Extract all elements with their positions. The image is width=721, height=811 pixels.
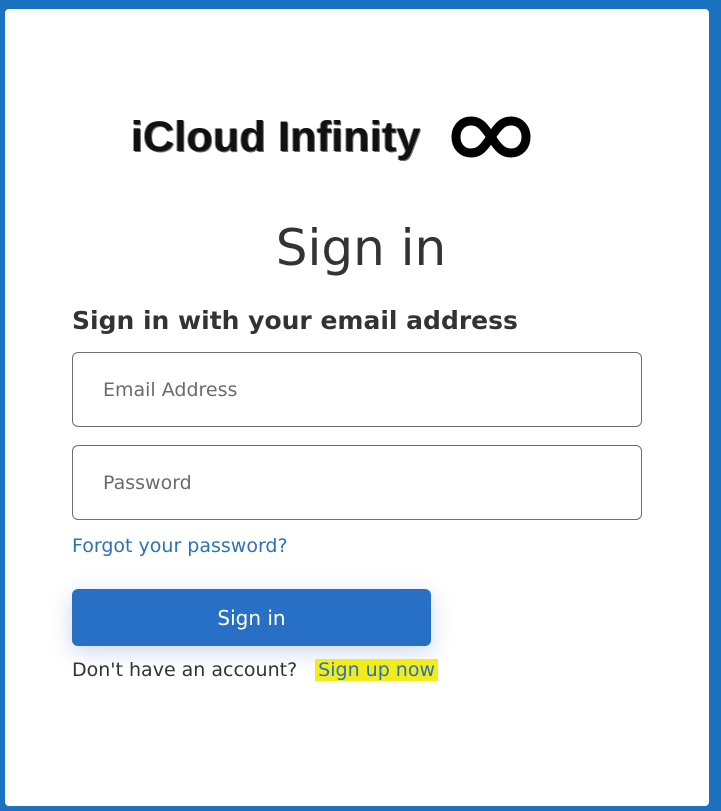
sign-in-card: iCloud Infinity Sign in Sign in with you… — [5, 9, 709, 806]
email-field[interactable] — [72, 352, 642, 427]
signup-row: Don't have an account? Sign up now — [72, 657, 439, 683]
infinity-icon — [451, 116, 531, 158]
brand-logo: iCloud Infinity — [131, 107, 531, 167]
sign-in-button[interactable]: Sign in — [72, 589, 431, 646]
form-subtitle: Sign in with your email address — [72, 306, 518, 335]
forgot-password-link[interactable]: Forgot your password? — [72, 533, 288, 559]
signup-prompt: Don't have an account? — [72, 659, 298, 681]
password-field[interactable] — [72, 445, 642, 520]
sign-up-link[interactable]: Sign up now — [315, 659, 439, 681]
page-title: Sign in — [275, 219, 447, 277]
brand-name: iCloud Infinity — [131, 112, 421, 161]
